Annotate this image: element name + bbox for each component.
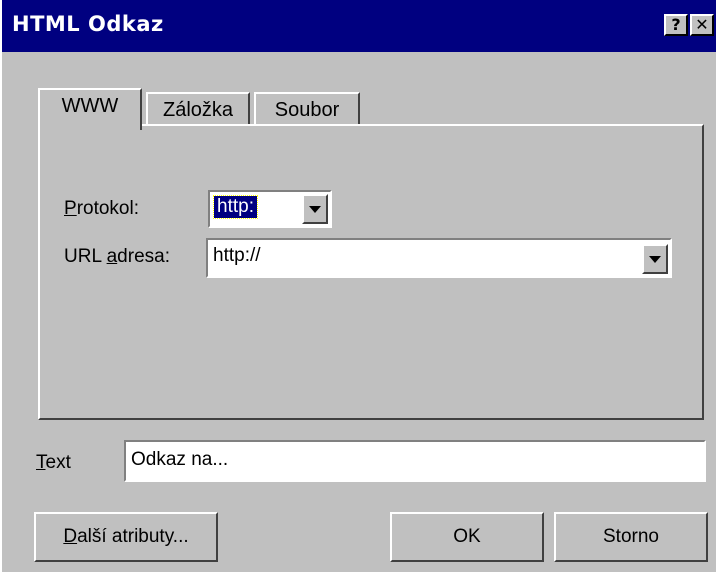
url-value: http:// [213,245,261,266]
tab-zalozka[interactable]: Záložka [146,92,250,126]
cancel-button[interactable]: Storno [554,512,708,562]
dialog-window: HTML Odkaz ? ✕ WWW Záložka Soubor Protok… [0,0,716,572]
tab-www-label: WWW [61,95,119,117]
protocol-dropdown-button[interactable] [302,194,328,224]
url-dropdown-button[interactable] [642,244,668,274]
more-attributes-button[interactable]: Další atributy... [34,512,218,562]
tab-zalozka-label: Záložka [162,99,234,121]
text-input-value: Odkaz na... [131,449,229,470]
tab-www[interactable]: WWW [38,88,142,130]
tab-soubor[interactable]: Soubor [254,92,360,126]
url-combobox[interactable]: http:// [206,238,672,278]
protocol-value: http: [213,195,258,219]
text-label: Text [36,452,71,473]
help-button[interactable]: ? [664,14,688,36]
tab-soubor-label: Soubor [274,99,340,121]
url-label: URL adresa: [64,246,170,267]
protocol-label: Protokol: [64,198,139,219]
title-bar: HTML Odkaz ? ✕ [2,0,716,52]
window-title: HTML Odkaz [12,12,164,36]
chevron-down-icon [309,206,321,213]
tab-panel: Protokol: http: URL adresa: http:// [38,124,704,420]
close-button[interactable]: ✕ [690,14,714,36]
ok-button[interactable]: OK [390,512,544,562]
text-input[interactable]: Odkaz na... [124,440,706,482]
chevron-down-icon [649,256,661,263]
protocol-select[interactable]: http: [208,190,332,228]
